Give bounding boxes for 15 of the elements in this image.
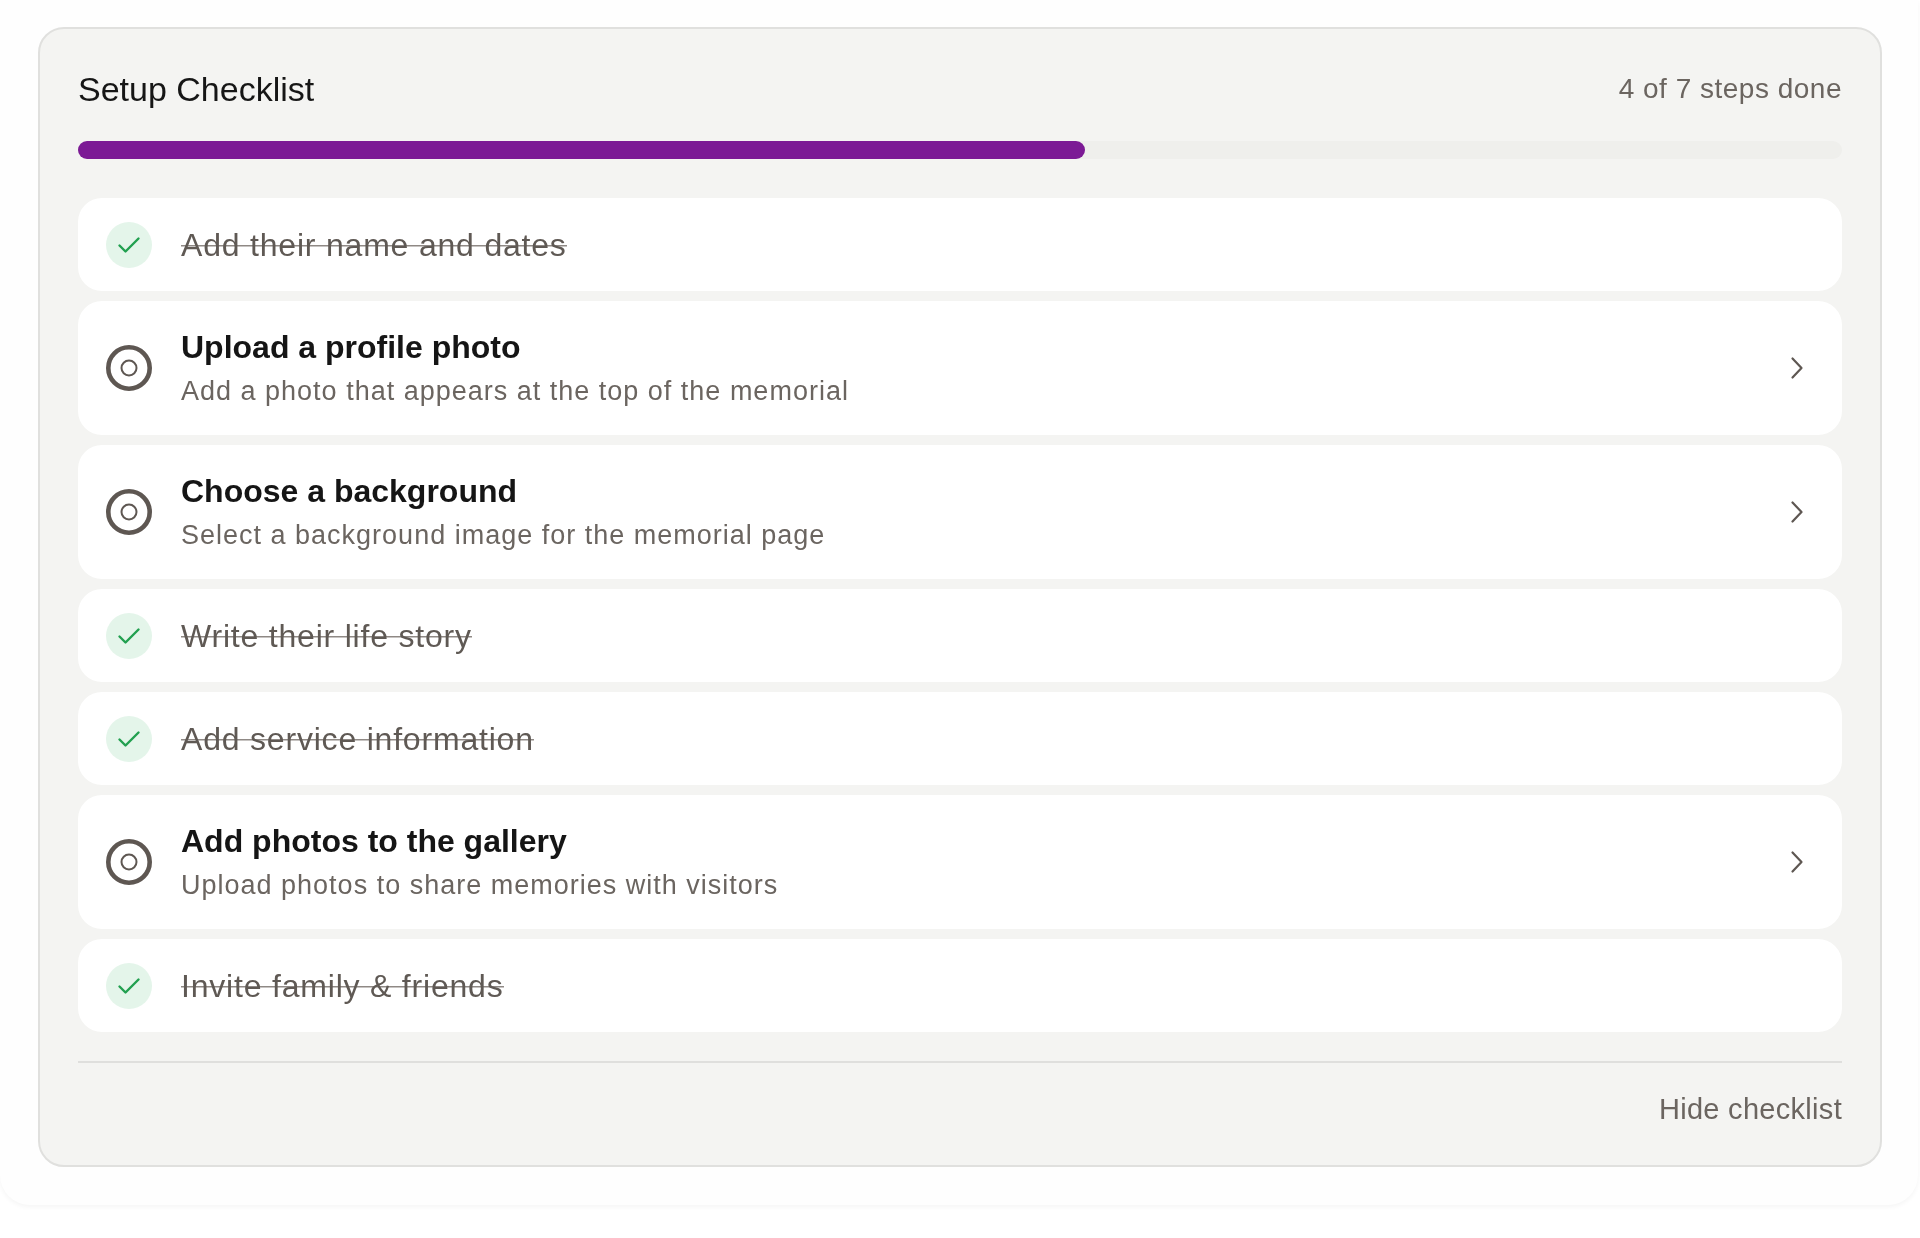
- step-title: Upload a profile photo: [181, 328, 521, 367]
- checklist-title: Setup Checklist: [78, 69, 315, 109]
- checklist-item[interactable]: Upload a profile photo Add a photo that appears at the top of the memorial: [78, 301, 1842, 435]
- step-description: Upload photos to share memories with visitors: [181, 869, 779, 902]
- progress-count: 4 of 7 steps done: [1618, 72, 1842, 106]
- step-description: Add a photo that appears at the top of the memorial: [181, 375, 849, 408]
- step-title: Choose a background: [181, 472, 518, 511]
- checklist-item[interactable]: Add photos to the gallery Upload photos to share memories with visitors: [78, 795, 1842, 929]
- checklist-item[interactable]: Choose a background Select a background image for the memorial page: [78, 445, 1842, 579]
- chevron-right-icon: [1790, 850, 1804, 874]
- chevron-right-icon: [1790, 356, 1804, 380]
- step-description: Select a background image for the memorial page: [181, 519, 826, 552]
- chevron-right-icon: [1790, 500, 1804, 524]
- step-title: Add photos to the gallery: [181, 822, 567, 861]
- hide-checklist-button[interactable]: Hide checklist: [1658, 1092, 1842, 1126]
